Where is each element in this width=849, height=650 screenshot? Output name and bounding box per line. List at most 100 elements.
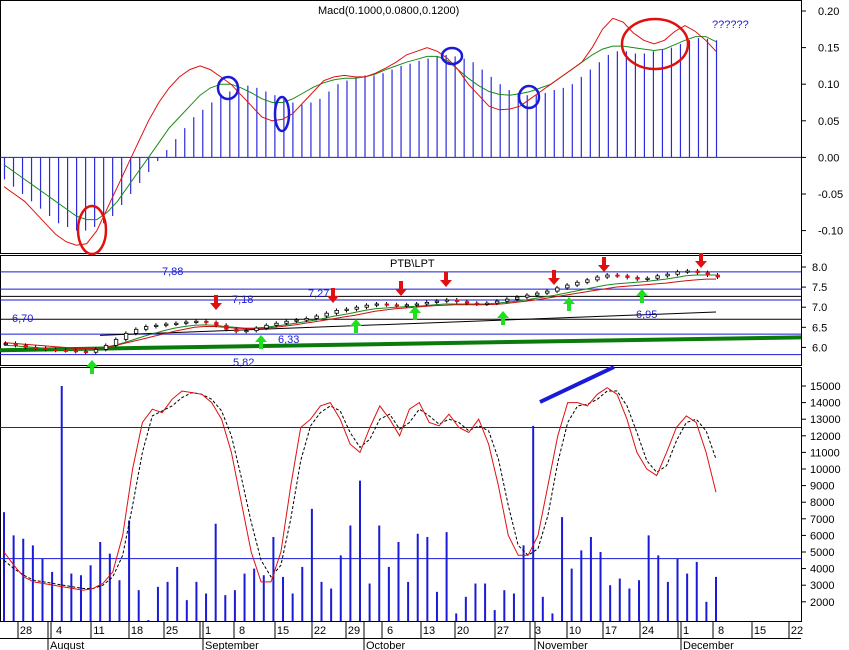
x-axis-day-label: 10: [569, 625, 581, 637]
price-candle: [515, 296, 520, 300]
divergence-trendline: [539, 365, 615, 404]
macd-y-tick-label: 0.15: [818, 43, 839, 55]
x-axis-day-label: 18: [131, 625, 143, 637]
macd-y-tick-label: 0.10: [818, 79, 839, 91]
macd-y-tick-label: -0.05: [818, 189, 843, 201]
price-candle: [184, 321, 189, 324]
price-y-tick-label: 6.0: [812, 342, 827, 354]
price-candle: [444, 299, 450, 302]
price-candle: [113, 338, 119, 346]
price-candle: [133, 328, 139, 334]
price-candle: [154, 324, 159, 327]
support-trendline: [99, 311, 717, 336]
price-candle: [143, 326, 149, 330]
price-candle: [404, 304, 410, 307]
macd-y-tick-label: 0.05: [818, 116, 839, 128]
buy-signal-arrow: [563, 297, 575, 311]
price-candle: [484, 302, 490, 305]
price-candle: [174, 322, 179, 325]
price-candle: [635, 277, 640, 280]
price-candle: [264, 324, 269, 329]
x-axis-day-label: 6: [387, 625, 393, 637]
buy-signal-arrow: [350, 319, 362, 333]
stochastic-y-tick-label: 14000: [810, 398, 841, 410]
price-candle: [535, 292, 540, 296]
x-axis-day-label: 22: [791, 625, 803, 637]
level-label-5-82: 5,82: [233, 357, 254, 369]
price-candle: [93, 349, 99, 353]
price-candle: [414, 303, 420, 306]
x-axis-day-label: 27: [497, 625, 509, 637]
price-candle: [525, 294, 530, 298]
x-axis-month-label: December: [683, 640, 734, 650]
price-candle: [354, 306, 359, 310]
x-axis-day-label: 1: [205, 625, 211, 637]
x-axis-day-label: 11: [93, 625, 104, 637]
price-candle: [565, 284, 570, 289]
price-candle: [655, 275, 660, 279]
price-candle: [394, 304, 399, 307]
price-candle: [33, 346, 38, 349]
x-axis-day-label: 8: [239, 625, 245, 637]
level-label-7-88: 7,88: [162, 266, 183, 278]
x-axis: 28 4 11 18 25 1 8 15 22 29 6 13 20 27 3 10 17 24 1 8 15 22Aug…: [0, 622, 803, 650]
price-candle: [43, 347, 49, 350]
x-axis-day-label: 13: [423, 625, 435, 637]
price-y-tick-label: 7.0: [812, 302, 827, 314]
price-candle: [324, 312, 329, 317]
stochastic-y-tick-label: 15000: [810, 381, 841, 393]
stochastic-y-tick-label: 5000: [810, 547, 834, 559]
price-candle: [244, 330, 249, 333]
price-candle: [675, 271, 680, 275]
buy-signal-arrow: [636, 289, 648, 303]
stochastic-y-tick-label: 8000: [810, 497, 834, 509]
price-candle: [224, 324, 229, 330]
price-candle: [204, 320, 209, 323]
price-candle: [595, 276, 600, 281]
macd-panel: 0.20 0.15 0.10 0.05 0.00 -0.05 -0.10: [0, 6, 843, 256]
price-candle: [254, 327, 259, 331]
price-candle: [374, 303, 379, 306]
sell-signal-arrow: [440, 272, 452, 287]
price-candle: [685, 270, 690, 273]
price-candle: [274, 322, 279, 326]
level-label-6-33: 6,33: [278, 334, 299, 346]
x-axis-month-label: November: [537, 640, 588, 650]
price-candle: [625, 275, 630, 278]
x-axis-day-label: 17: [605, 625, 617, 637]
blue-circle-marker: [440, 46, 464, 66]
macd-y-tick-label: -0.10: [818, 226, 843, 238]
price-candle: [103, 344, 109, 350]
buy-signal-arrow: [86, 360, 98, 374]
price-candle: [123, 332, 129, 340]
x-axis-day-label: 15: [754, 625, 766, 637]
price-candle: [63, 349, 69, 352]
price-y-tick-label: 6.5: [812, 322, 827, 334]
price-candle: [294, 319, 299, 322]
price-candle: [505, 298, 510, 302]
macd-annotation: ??????: [712, 19, 749, 31]
stochastic-y-tick-label: 11000: [810, 447, 840, 459]
price-candle: [615, 274, 620, 277]
x-axis-day-label: 24: [642, 625, 654, 637]
stochastic-y-tick-label: 7000: [810, 514, 834, 526]
macd-y-tick-label: 0.00: [818, 152, 839, 164]
x-axis-day-label: 29: [348, 625, 360, 637]
red-circle-marker: [76, 204, 108, 256]
sell-signal-arrow: [395, 281, 407, 296]
x-axis-month-label: August: [50, 640, 84, 650]
price-candle: [464, 301, 470, 304]
x-axis-day-label: 20: [457, 625, 469, 637]
price-candle: [53, 349, 59, 352]
price-candle: [695, 270, 700, 274]
x-axis-day-label: 8: [718, 625, 724, 637]
x-axis-day-label: 3: [535, 625, 541, 637]
level-label-7-18: 7,18: [232, 294, 253, 306]
level-label-6-95: 6,95: [636, 309, 657, 321]
price-candle: [384, 303, 389, 306]
price-candle: [645, 277, 650, 280]
sell-signal-arrow: [210, 295, 222, 310]
price-candle: [83, 351, 89, 354]
stochastic-y-tick-label: 12000: [810, 431, 841, 443]
price-candle: [434, 300, 440, 303]
